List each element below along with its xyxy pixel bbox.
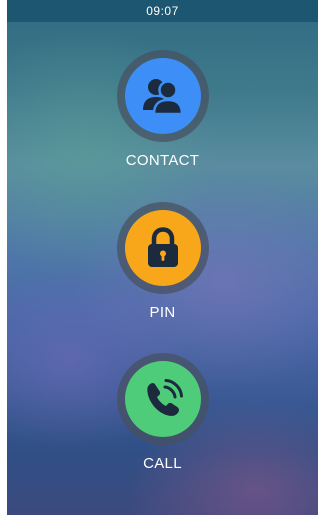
call-label: CALL	[143, 455, 182, 472]
status-bar: 09:07	[7, 0, 318, 22]
contacts-icon	[140, 76, 186, 116]
contact-button-disc	[124, 58, 201, 134]
door-phone-screen: 09:07 CONTACT PIN CALL	[7, 0, 318, 515]
pin-button-ring	[116, 202, 209, 294]
contact-label: CONTACT	[125, 152, 200, 169]
pin-label: PIN	[149, 304, 176, 321]
contact-button-ring	[116, 50, 209, 142]
call-button-disc	[124, 361, 201, 437]
call-button[interactable]: CALL	[93, 353, 233, 472]
call-button-ring	[116, 353, 209, 445]
lock-icon	[143, 226, 183, 270]
contact-button[interactable]: CONTACT	[93, 50, 233, 169]
pin-button[interactable]: PIN	[93, 202, 233, 321]
pin-button-disc	[124, 210, 201, 286]
phone-call-icon	[141, 377, 185, 421]
status-time: 09:07	[146, 4, 179, 18]
